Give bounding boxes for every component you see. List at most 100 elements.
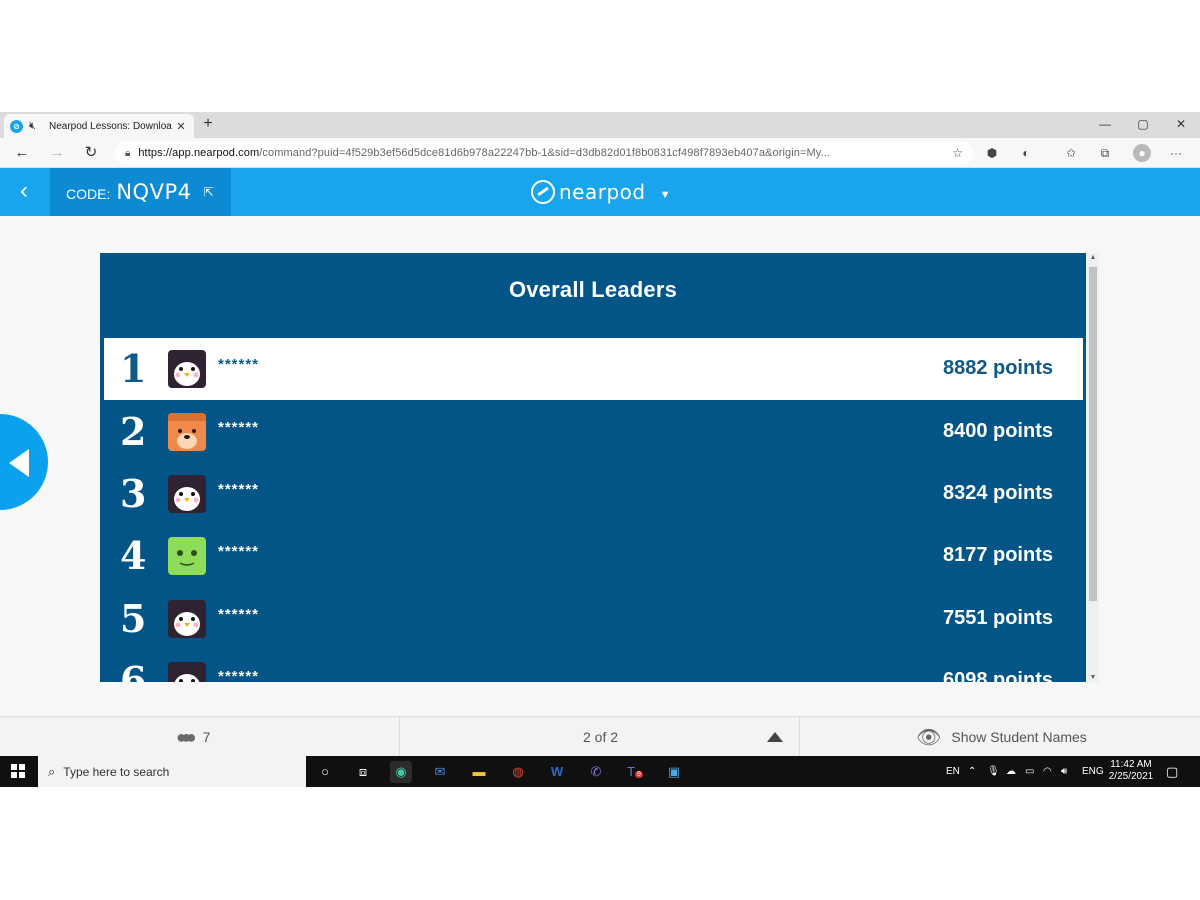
brand-name: nearpod (559, 180, 646, 204)
tray-chevron-up-icon[interactable]: ⌃ (968, 756, 976, 787)
refresh-icon[interactable]: ↻ (80, 143, 102, 163)
window-controls: — ▢ ✕ (1086, 112, 1200, 138)
leaderboard-row: 1 ****** 8882 points (104, 338, 1083, 400)
code-label: CODE: (66, 185, 111, 202)
triangle-up-icon (767, 732, 783, 742)
leaderboard-row: 2 ****** 8400 points (104, 401, 1083, 463)
microphone-icon[interactable]: 🎙︎ (987, 756, 1000, 787)
rank-number: 3 (120, 471, 147, 516)
collections-icon[interactable]: ⧉ (1096, 144, 1114, 162)
browser-tab-strip: ⊘ 🔇︎ Nearpod Lessons: Downloa ✕ + — ▢ ✕ (0, 112, 1200, 138)
students-count-button[interactable]: ●●● 7 (176, 717, 210, 757)
leaderboard-scrollbar[interactable]: ▲ ▼ (1087, 253, 1099, 682)
student-points: 6098 points (942, 669, 1053, 682)
edge-browser-icon[interactable]: ◉ (390, 761, 412, 783)
back-arrow-icon[interactable]: ← (11, 143, 33, 163)
url-field[interactable]: 🔒︎ https://app.nearpod.com/command?puid=… (115, 141, 973, 165)
session-bottom-bar: ●●● 7 2 of 2 👁︎ Show Student Names (0, 716, 1200, 757)
taskbar-search[interactable]: ⌕ Type here to search (38, 756, 306, 787)
penguin-avatar-icon (168, 662, 206, 682)
session-code-box[interactable]: CODE: NQVP4 ⇱ (50, 168, 231, 216)
student-name: ****** (218, 481, 260, 498)
divider (399, 717, 400, 757)
search-placeholder: Type here to search (63, 764, 170, 779)
new-tab-button[interactable]: + (200, 115, 216, 133)
favorites-icon[interactable]: ✩ (1062, 144, 1080, 162)
fox-avatar-icon (168, 413, 206, 451)
rank-number: 6 (120, 658, 147, 682)
code-value: NQVP4 (116, 180, 192, 204)
leaderboard-row: 5 ****** 7551 points (104, 588, 1083, 650)
screen: ⊘ 🔇︎ Nearpod Lessons: Downloa ✕ + — ▢ ✕ … (0, 112, 1200, 787)
nearpod-logo-icon (531, 180, 555, 204)
leaderboard-row: 6 ****** 6098 points (104, 650, 1083, 682)
student-name: ****** (218, 543, 260, 560)
viber-icon[interactable]: ✆ (585, 761, 607, 783)
word-icon[interactable]: W (546, 761, 568, 783)
show-student-names-button[interactable]: 👁︎ Show Student Names (916, 717, 1087, 757)
address-bar-row: ← → ↻ 🔒︎ https://app.nearpod.com/command… (0, 138, 1200, 168)
profile-circle-icon[interactable]: ◐ (1017, 144, 1035, 162)
scroll-up-arrow-icon[interactable]: ▲ (1087, 254, 1099, 261)
extension-icon[interactable]: ⬢ (983, 144, 1001, 162)
windows-start-icon[interactable] (11, 764, 25, 778)
left-triangle-icon (9, 449, 29, 477)
rank-number: 1 (120, 346, 147, 391)
slide-position-text: 2 of 2 (583, 729, 619, 745)
teams-icon[interactable]: T9 (624, 761, 646, 783)
photos-icon[interactable]: ▣ (663, 761, 685, 783)
tab-title: Nearpod Lessons: Downloa (49, 120, 172, 132)
student-name: ****** (218, 419, 260, 436)
cortana-icon[interactable]: ○ (314, 761, 336, 783)
scroll-down-arrow-icon[interactable]: ▼ (1087, 674, 1099, 681)
share-icon[interactable]: ⇱ (203, 185, 213, 199)
speaker-muted-icon[interactable]: 🔇︎ (29, 120, 43, 133)
lock-icon[interactable]: 🔒︎ (125, 148, 130, 159)
file-explorer-icon[interactable]: ▬ (468, 761, 490, 783)
notifications-icon[interactable]: ▢ (1166, 764, 1178, 780)
penguin-avatar-icon (168, 350, 206, 388)
close-window-button[interactable]: ✕ (1162, 112, 1200, 138)
previous-slide-button[interactable] (0, 414, 48, 510)
restore-button[interactable]: ▢ (1124, 112, 1162, 138)
nearpod-brand-menu[interactable]: nearpod ▼ (531, 178, 670, 206)
student-points: 8400 points (942, 420, 1053, 442)
student-name: ****** (218, 356, 260, 373)
windows-taskbar: ⌕ Type here to search ○ ⧈ ◉ ✉ ▬ ◍ W ✆ T9… (0, 756, 1200, 787)
scrollbar-thumb[interactable] (1089, 267, 1097, 601)
forward-arrow-icon[interactable]: → (46, 143, 68, 163)
leaderboard-row: 3 ****** 8324 points (104, 463, 1083, 525)
language-indicator[interactable]: EN (946, 756, 960, 787)
show-student-names-label: Show Student Names (951, 729, 1087, 745)
user-avatar-icon[interactable]: ● (1133, 144, 1151, 162)
volume-icon[interactable]: 🔊︎ (1061, 756, 1067, 787)
caret-down-icon[interactable]: ▼ (660, 189, 671, 201)
frog-avatar-icon (168, 537, 206, 575)
input-language[interactable]: ENG (1082, 756, 1104, 787)
minimize-button[interactable]: — (1086, 112, 1124, 138)
student-points: 8882 points (942, 357, 1053, 379)
leaderboard-panel: Overall Leaders 1 ****** 8882 points 2 *… (100, 253, 1086, 682)
students-count: 7 (202, 729, 211, 745)
student-points: 8324 points (942, 482, 1053, 504)
clock-time: 11:42 AM (1110, 759, 1152, 770)
tab-close-icon[interactable]: ✕ (174, 120, 188, 133)
wifi-icon[interactable]: ◠ (1043, 756, 1052, 787)
nearpod-header: ‹ CODE: NQVP4 ⇱ nearpod ▼ (0, 168, 1200, 216)
student-name: ****** (218, 668, 260, 682)
slides-expand-button[interactable] (767, 717, 783, 757)
chrome-icon[interactable]: ◍ (507, 761, 529, 783)
browser-tab[interactable]: ⊘ 🔇︎ Nearpod Lessons: Downloa ✕ (4, 114, 194, 138)
more-options-icon[interactable]: ··· (1167, 144, 1185, 162)
back-chevron-icon[interactable]: ‹ (0, 168, 48, 216)
leaderboard-row: 4 ****** 8177 points (104, 525, 1083, 587)
mail-icon[interactable]: ✉ (429, 761, 451, 783)
favorite-star-icon[interactable]: ☆ (952, 146, 963, 160)
onedrive-cloud-icon[interactable]: ☁ (1006, 756, 1016, 787)
battery-icon[interactable]: ▭ (1025, 756, 1034, 787)
penguin-avatar-icon (168, 475, 206, 513)
clock[interactable]: 11:42 AM 2/25/2021 (1106, 759, 1156, 783)
rank-number: 5 (120, 596, 147, 641)
penguin-avatar-icon (168, 600, 206, 638)
task-view-icon[interactable]: ⧈ (352, 761, 374, 783)
